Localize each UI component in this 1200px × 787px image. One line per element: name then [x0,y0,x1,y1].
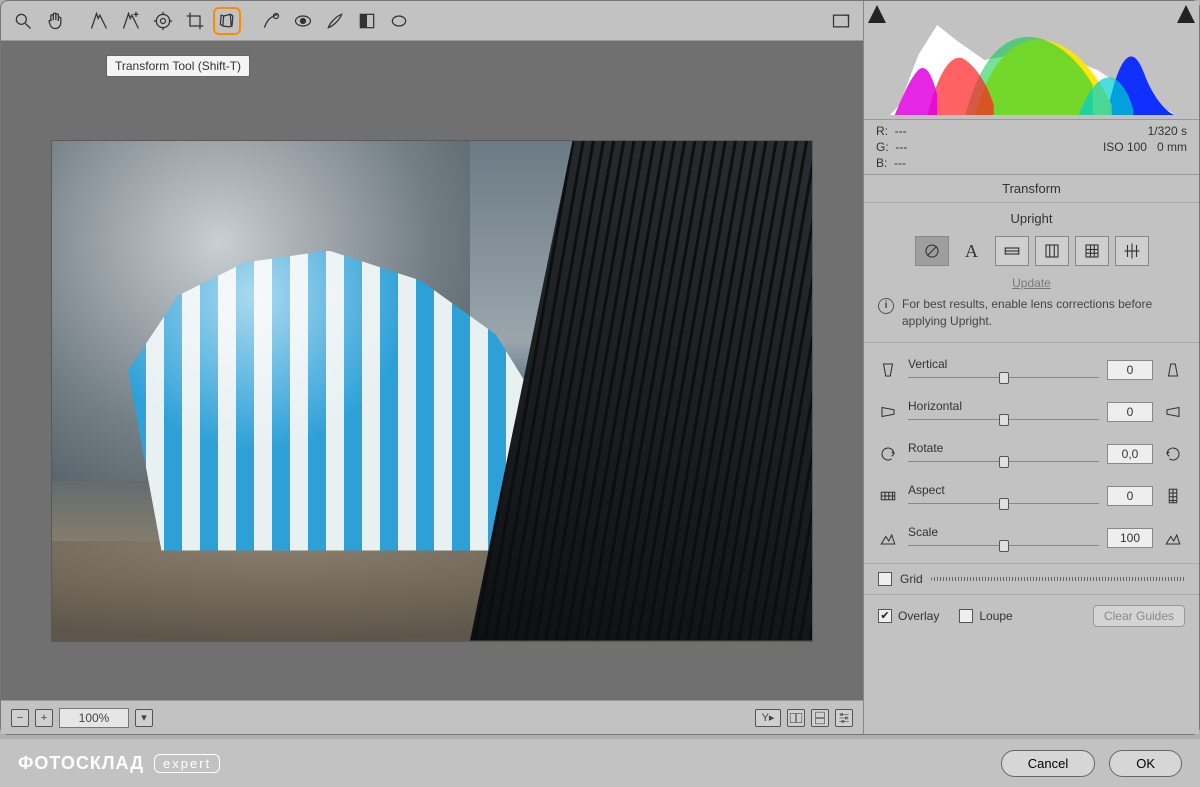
white-balance-tool-icon[interactable] [85,7,113,35]
gradient-tool-icon[interactable] [353,7,381,35]
rotate-value[interactable]: 0,0 [1107,444,1153,464]
panel-title: Transform [864,175,1199,203]
vertical-label: Vertical [908,357,1099,371]
aspect-label: Aspect [908,483,1099,497]
color-sampler-tool-icon[interactable] [117,7,145,35]
overlay-row: Overlay Loupe Clear Guides [864,595,1199,637]
upright-info: i For best results, enable lens correcti… [878,294,1185,334]
readout-focal: 0 mm [1157,140,1187,154]
grid-size-slider[interactable] [931,574,1185,584]
upright-update-link[interactable]: Update [878,276,1185,290]
spot-heal-tool-icon[interactable] [257,7,285,35]
upright-title: Upright [878,211,1185,226]
ok-button[interactable]: OK [1109,750,1182,777]
compare-horiz-icon[interactable] [787,709,805,727]
zoom-level[interactable]: 100% [59,708,129,728]
loupe-checkbox[interactable] [959,609,973,623]
overlay-label: Overlay [898,609,939,623]
highlight-clip-icon[interactable] [1177,5,1195,23]
loupe-label: Loupe [979,609,1012,623]
rotate-left-icon [878,444,898,464]
cancel-button[interactable]: Cancel [1001,750,1095,777]
grid-checkbox[interactable] [878,572,892,586]
radial-tool-icon[interactable] [385,7,413,35]
photo-preview[interactable] [52,141,812,641]
upright-level-button[interactable] [995,236,1029,266]
vertical-value[interactable]: 0 [1107,360,1153,380]
brush-tool-icon[interactable] [321,7,349,35]
before-after-y-icon[interactable]: Y▸ [755,709,781,727]
upright-auto-button[interactable]: A [955,236,989,266]
vertical-right-icon [1163,360,1183,380]
vertical-left-icon [878,360,898,380]
transform-tool-icon[interactable] [213,7,241,35]
readout-b: B: --- [876,156,907,170]
info-readout: R: --- G: --- B: --- 1/320 s ISO 100 0 m… [864,119,1199,175]
app-window: Transform Tool (Shift-T) − + 100% ▾ Y▸ [0,0,1200,735]
redeye-tool-icon[interactable] [289,7,317,35]
vertical-slider[interactable] [908,373,1099,383]
readout-g: G: --- [876,140,907,154]
scale-right-icon [1163,528,1183,548]
zoom-out-button[interactable]: − [11,709,29,727]
aspect-slider[interactable] [908,499,1099,509]
overlay-checkbox[interactable] [878,609,892,623]
histogram[interactable] [890,5,1173,115]
rotate-right-icon [1163,444,1183,464]
brand-text: ФОТОСКЛАД [18,753,144,774]
upright-off-button[interactable] [915,236,949,266]
canvas-area[interactable]: Transform Tool (Shift-T) [1,41,863,700]
readout-r: R: --- [876,124,907,138]
upright-section: Upright A Update i For best results, ena… [864,203,1199,343]
compare-vert-icon[interactable] [811,709,829,727]
fullscreen-toggle-icon[interactable] [827,7,855,35]
scale-left-icon [878,528,898,548]
rotate-label: Rotate [908,441,1099,455]
horizontal-value[interactable]: 0 [1107,402,1153,422]
hand-tool-icon[interactable] [41,7,69,35]
scale-slider[interactable] [908,541,1099,551]
tool-tooltip: Transform Tool (Shift-T) [106,55,250,77]
rotate-slider[interactable] [908,457,1099,467]
footer: ФОТОСКЛАД expert Cancel OK [0,739,1200,787]
zoom-tool-icon[interactable] [9,7,37,35]
upright-vertical-button[interactable] [1035,236,1069,266]
crop-tool-icon[interactable] [181,7,209,35]
horizontal-label: Horizontal [908,399,1099,413]
shadow-clip-icon[interactable] [868,5,886,23]
status-bar: − + 100% ▾ Y▸ [1,700,863,734]
horizontal-right-icon [1163,402,1183,422]
zoom-in-button[interactable]: + [35,709,53,727]
scale-value[interactable]: 100 [1107,528,1153,548]
grid-row: Grid [864,564,1199,595]
upright-guided-button[interactable] [1115,236,1149,266]
grid-label: Grid [900,572,923,586]
clear-guides-button[interactable]: Clear Guides [1093,605,1185,627]
readout-iso: ISO 100 [1103,140,1147,154]
upright-info-text: For best results, enable lens correction… [902,296,1185,330]
right-panel: R: --- G: --- B: --- 1/320 s ISO 100 0 m… [864,1,1199,734]
aspect-left-icon [878,486,898,506]
target-adjust-tool-icon[interactable] [149,7,177,35]
info-icon: i [878,298,894,314]
transform-sliders: Vertical 0 Horizontal 0 Rotate [864,343,1199,564]
settings-sliders-icon[interactable] [835,709,853,727]
left-pane: Transform Tool (Shift-T) − + 100% ▾ Y▸ [1,1,864,734]
horizontal-slider[interactable] [908,415,1099,425]
zoom-dropdown-icon[interactable]: ▾ [135,709,153,727]
readout-shutter: 1/320 s [1103,124,1187,138]
aspect-right-icon [1163,486,1183,506]
brand: ФОТОСКЛАД expert [18,753,220,774]
aspect-value[interactable]: 0 [1107,486,1153,506]
upright-full-button[interactable] [1075,236,1109,266]
scale-label: Scale [908,525,1099,539]
toolbar [1,1,863,41]
brand-badge: expert [154,754,220,773]
horizontal-left-icon [878,402,898,422]
